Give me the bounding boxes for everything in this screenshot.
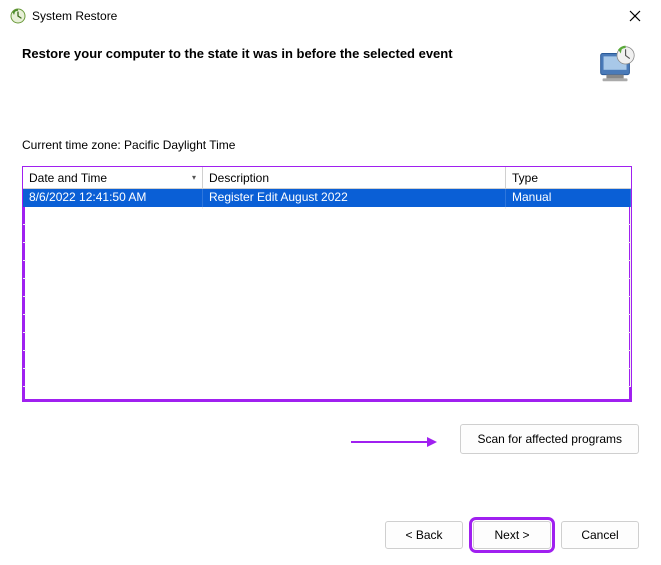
system-restore-icon bbox=[10, 8, 26, 24]
annotation-arrow-icon bbox=[349, 434, 439, 453]
titlebar: System Restore bbox=[0, 0, 661, 32]
timezone-label: Current time zone: Pacific Daylight Time bbox=[22, 138, 639, 152]
cancel-button[interactable]: Cancel bbox=[561, 521, 639, 549]
wizard-footer: < Back Next > Cancel bbox=[385, 521, 639, 549]
column-header-type-label: Type bbox=[512, 171, 538, 185]
cell-date: 8/6/2022 12:41:50 AM bbox=[23, 189, 203, 207]
page-heading: Restore your computer to the state it wa… bbox=[22, 42, 583, 61]
restore-points-table[interactable]: Date and Time ▾ Description Type 8/6/202… bbox=[22, 166, 632, 402]
column-header-type[interactable]: Type bbox=[506, 167, 631, 188]
column-header-description-label: Description bbox=[209, 171, 269, 185]
back-button[interactable]: < Back bbox=[385, 521, 463, 549]
close-button[interactable] bbox=[617, 2, 653, 30]
cell-type: Manual bbox=[506, 189, 631, 207]
scan-affected-programs-button[interactable]: Scan for affected programs bbox=[460, 424, 639, 454]
column-header-date-label: Date and Time bbox=[29, 171, 107, 185]
cell-description: Register Edit August 2022 bbox=[203, 189, 506, 207]
restore-large-icon bbox=[593, 42, 639, 88]
sort-indicator-icon: ▾ bbox=[192, 173, 196, 182]
table-header: Date and Time ▾ Description Type bbox=[23, 167, 631, 189]
table-row[interactable]: 8/6/2022 12:41:50 AM Register Edit Augus… bbox=[23, 189, 631, 207]
window-title: System Restore bbox=[32, 9, 617, 23]
column-header-description[interactable]: Description bbox=[203, 167, 506, 188]
column-header-date[interactable]: Date and Time ▾ bbox=[23, 167, 203, 188]
next-button[interactable]: Next > bbox=[473, 521, 551, 549]
